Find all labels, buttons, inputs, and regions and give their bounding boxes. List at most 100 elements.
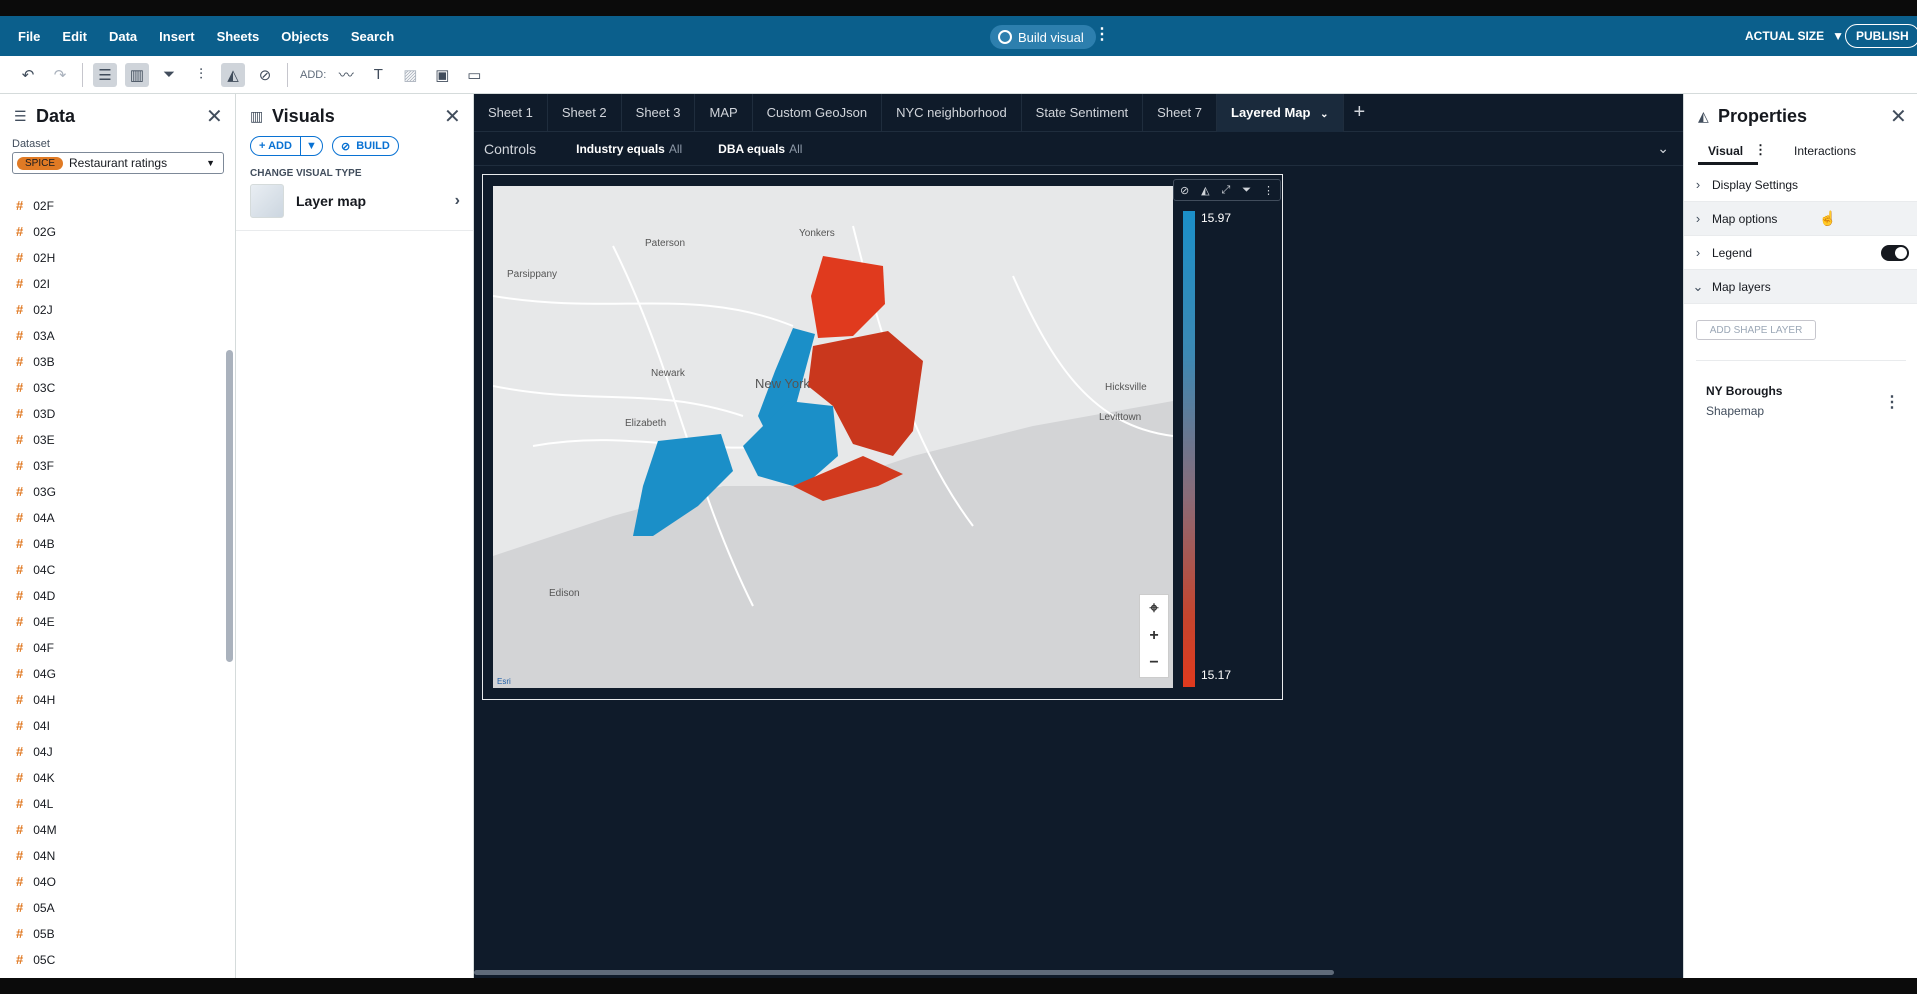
more-options-icon[interactable]: ⋮ xyxy=(1754,142,1767,158)
add-dropdown-button[interactable]: ▼ xyxy=(300,136,323,156)
add-visual-button[interactable]: + ADD xyxy=(250,136,301,156)
zoom-out-icon[interactable]: − xyxy=(1149,654,1158,672)
tab-sheet-7[interactable]: Sheet 7 xyxy=(1143,93,1217,132)
section-display-settings[interactable]: › Display Settings xyxy=(1684,168,1917,202)
field-item[interactable]: #04F xyxy=(16,640,54,655)
visuals-panel-icon[interactable]: ▥ xyxy=(125,62,149,87)
legend-toggle[interactable] xyxy=(1881,245,1909,261)
actions-icon[interactable]: ⊘ xyxy=(1180,184,1189,197)
field-item[interactable]: #04E xyxy=(16,614,55,629)
add-control-icon[interactable]: ▭ xyxy=(462,63,486,87)
actions-icon[interactable]: ⊘ xyxy=(253,63,277,87)
format-visual-icon[interactable]: ◭ xyxy=(1201,184,1209,197)
properties-panel-icon[interactable]: ◭ xyxy=(221,62,245,87)
tab-state-sentiment[interactable]: State Sentiment xyxy=(1022,93,1144,132)
visual-type-selector[interactable]: Layer map › xyxy=(250,184,460,218)
tab-layered-map[interactable]: Layered Map ⌄ xyxy=(1217,93,1344,132)
field-item[interactable]: #02J xyxy=(16,302,53,317)
close-icon[interactable]: ✕ xyxy=(206,104,223,129)
add-shape-layer-button[interactable]: ADD SHAPE LAYER xyxy=(1696,320,1816,340)
tab-visual[interactable]: Visual xyxy=(1708,144,1743,158)
tab-sheet-3[interactable]: Sheet 3 xyxy=(622,93,696,132)
field-item[interactable]: #04K xyxy=(16,770,55,785)
section-map-layers[interactable]: ⌄ Map layers xyxy=(1684,270,1917,304)
tab-map[interactable]: MAP xyxy=(695,93,753,132)
add-image-icon[interactable]: ▨ xyxy=(398,63,422,87)
dataset-select[interactable]: SPICE Restaurant ratings ▼ xyxy=(12,152,224,174)
more-options-icon[interactable]: ⋮ xyxy=(1094,27,1110,43)
field-item[interactable]: #03G xyxy=(16,484,56,499)
field-item[interactable]: #04D xyxy=(16,588,55,603)
data-panel-icon[interactable]: ☰ xyxy=(93,62,117,87)
field-item[interactable]: #04I xyxy=(16,718,50,733)
filter-icon[interactable]: ⏷ xyxy=(1242,184,1251,197)
menu-edit[interactable]: Edit xyxy=(62,29,87,44)
redo-icon[interactable]: ↷ xyxy=(48,63,72,87)
field-item[interactable]: #04L xyxy=(16,796,53,811)
field-item[interactable]: #05C xyxy=(16,952,55,967)
field-item[interactable]: #04O xyxy=(16,874,56,889)
menu-objects[interactable]: Objects xyxy=(281,29,329,44)
recenter-icon[interactable]: ⌖ xyxy=(1149,600,1158,618)
field-item[interactable]: #02G xyxy=(16,224,56,239)
field-item[interactable]: #03C xyxy=(16,380,55,395)
more-options-icon[interactable]: ⋮ xyxy=(1263,184,1274,197)
layered-map-visual[interactable]: New York Yonkers Paterson Parsippany New… xyxy=(482,174,1283,700)
field-item[interactable]: #04B xyxy=(16,536,55,551)
tab-custom-geojson[interactable]: Custom GeoJson xyxy=(753,93,883,132)
field-item[interactable]: #04G xyxy=(16,666,56,681)
menu-search[interactable]: Search xyxy=(351,29,394,44)
undo-icon[interactable]: ↶ xyxy=(16,63,40,87)
tab-sheet-1[interactable]: Sheet 1 xyxy=(474,93,548,132)
field-item[interactable]: #04N xyxy=(16,848,55,863)
field-item[interactable]: #03F xyxy=(16,458,54,473)
parameters-icon[interactable]: ⫶ xyxy=(189,63,213,87)
tab-nyc-neighborhood[interactable]: NYC neighborhood xyxy=(882,93,1022,132)
field-item[interactable]: #04M xyxy=(16,822,57,837)
section-map-options[interactable]: › Map options ☝ xyxy=(1684,202,1917,236)
scrollbar[interactable] xyxy=(226,204,233,974)
add-text-icon[interactable]: T xyxy=(366,63,390,87)
menu-insert[interactable]: Insert xyxy=(159,29,194,44)
dba-filter-control[interactable]: DBA equals All xyxy=(718,142,802,156)
menu-sheets[interactable]: Sheets xyxy=(217,29,260,44)
industry-filter-control[interactable]: Industry equals All xyxy=(576,142,682,156)
field-item[interactable]: #03A xyxy=(16,328,55,343)
map-area[interactable]: New York Yonkers Paterson Parsippany New… xyxy=(493,186,1173,688)
filter-icon[interactable]: ⏷ xyxy=(157,63,181,87)
tab-interactions[interactable]: Interactions xyxy=(1794,144,1856,158)
chevron-down-icon[interactable]: ⌄ xyxy=(1657,140,1669,157)
layer-name[interactable]: NY Boroughs xyxy=(1706,384,1782,398)
menu-file[interactable]: File xyxy=(18,29,40,44)
field-item[interactable]: #04A xyxy=(16,510,55,525)
more-options-icon[interactable]: ⋮ xyxy=(1884,392,1900,412)
field-item[interactable]: #04J xyxy=(16,744,53,759)
zoom-in-icon[interactable]: + xyxy=(1149,627,1158,645)
expand-icon[interactable]: ⤢ xyxy=(1222,184,1231,197)
field-item[interactable]: #04C xyxy=(16,562,55,577)
add-visual-icon[interactable]: 〰 xyxy=(334,63,358,87)
field-item[interactable]: #03E xyxy=(16,432,55,447)
field-item[interactable]: #04H xyxy=(16,692,55,707)
add-insight-icon[interactable]: ▣ xyxy=(430,63,454,87)
build-button[interactable]: ⊘ BUILD xyxy=(332,136,399,156)
field-item[interactable]: #05B xyxy=(16,926,55,941)
chevron-down-icon[interactable]: ⌄ xyxy=(1320,109,1328,120)
build-visual-button[interactable]: Build visual xyxy=(990,25,1096,49)
field-item[interactable]: #03B xyxy=(16,354,55,369)
zoom-dropdown[interactable]: ACTUAL SIZE ▼ xyxy=(1745,29,1844,43)
section-legend[interactable]: › Legend xyxy=(1684,236,1917,270)
field-item[interactable]: #03D xyxy=(16,406,55,421)
horizontal-scrollbar[interactable] xyxy=(474,970,1334,975)
tab-sheet-2[interactable]: Sheet 2 xyxy=(548,93,622,132)
field-item[interactable]: #02I xyxy=(16,276,50,291)
add-sheet-icon[interactable]: + xyxy=(1354,101,1366,124)
menu-data[interactable]: Data xyxy=(109,29,137,44)
field-item[interactable]: #05A xyxy=(16,900,55,915)
publish-button[interactable]: PUBLISH xyxy=(1845,24,1917,48)
close-icon[interactable]: ✕ xyxy=(1890,104,1907,129)
scrollbar-thumb[interactable] xyxy=(226,350,233,662)
field-item[interactable]: #02H xyxy=(16,250,55,265)
field-item[interactable]: #02F xyxy=(16,198,54,213)
close-icon[interactable]: ✕ xyxy=(444,104,461,129)
